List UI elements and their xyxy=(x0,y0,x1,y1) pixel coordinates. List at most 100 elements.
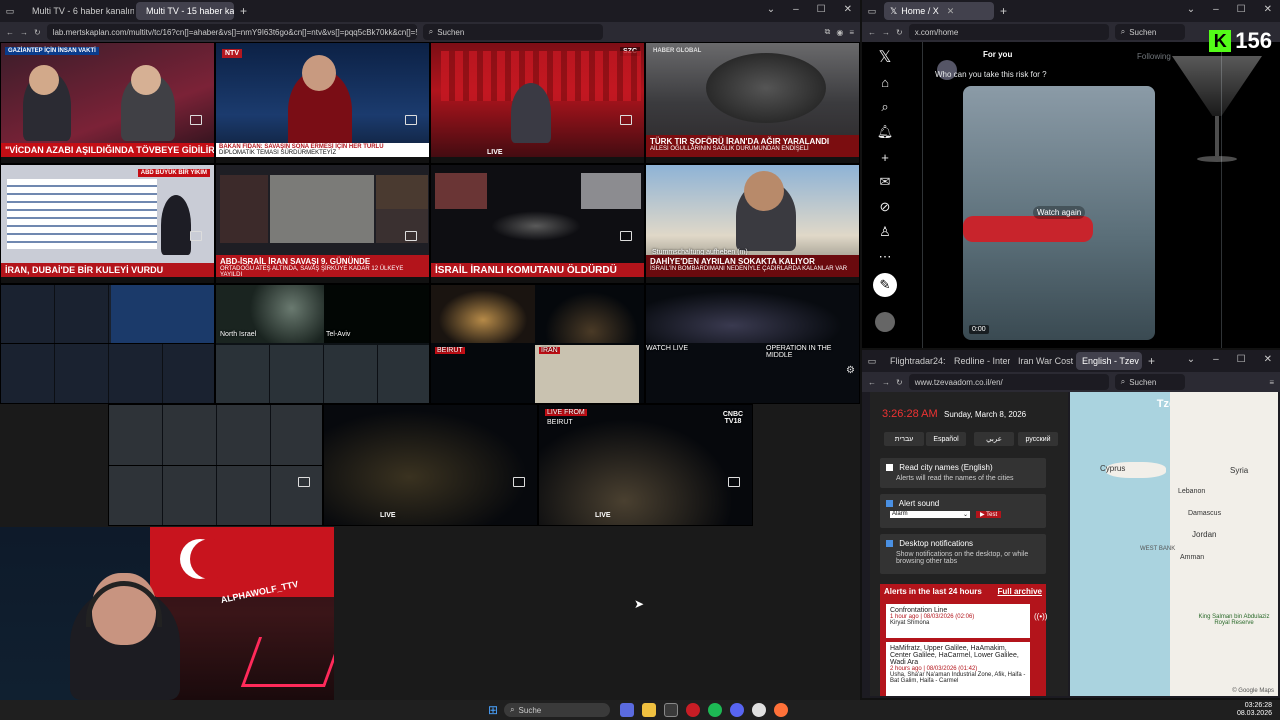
home-icon[interactable]: ⌂ xyxy=(876,73,894,91)
cam-mosaic-2[interactable]: North Israel Tel-Aviv xyxy=(215,284,430,404)
close-window-icon[interactable]: ✕ xyxy=(1264,354,1272,365)
windows-start-icon[interactable]: ⊞ xyxy=(488,703,498,717)
fullscreen-icon[interactable] xyxy=(513,477,525,487)
cam-mosaic-1[interactable] xyxy=(0,284,215,404)
desktop-notif-checkbox[interactable] xyxy=(886,540,893,548)
maximize-icon[interactable]: ☐ xyxy=(1237,4,1246,15)
tv-tile-4[interactable]: HABER GLOBAL TÜRK TIR ŞOFÖRÜ İRAN'DA AĞI… xyxy=(645,42,860,164)
url-field[interactable]: lab.mertskaplan.com/multitv/tc/16?cn[]=a… xyxy=(46,24,417,40)
fullscreen-icon[interactable] xyxy=(298,477,310,487)
close-window-icon[interactable]: ✕ xyxy=(844,4,852,15)
spotify-icon[interactable] xyxy=(708,703,723,717)
menu-icon[interactable]: ≡ xyxy=(849,28,854,37)
fullscreen-icon[interactable] xyxy=(405,231,417,241)
alert-sound-checkbox[interactable] xyxy=(886,500,893,508)
settings-gear-icon[interactable]: ⚙ xyxy=(846,365,855,376)
tab-flightradar[interactable]: Flightradar24: L xyxy=(884,352,946,370)
tab-multitv-15[interactable]: Multi TV - 15 haber kanalı ✕ xyxy=(136,2,234,20)
minimize-icon[interactable]: – xyxy=(1213,4,1219,15)
tv-tile-5[interactable]: ABD BÜYÜK BİR YIKIM İRAN, DUBAİ'DE BİR K… xyxy=(0,164,215,284)
tab-x-home[interactable]: 𝕏 Home / X ✕ xyxy=(884,2,994,20)
menu-icon[interactable]: ≡ xyxy=(1269,378,1274,387)
maximize-icon[interactable]: ☐ xyxy=(1237,354,1246,365)
obs-icon[interactable] xyxy=(752,703,767,717)
fullscreen-icon[interactable] xyxy=(405,115,417,125)
profile-icon[interactable]: ♙ xyxy=(876,223,894,241)
beirut-live-tile[interactable]: LIVE FROM BEIRUT CNBC TV18 LIVE xyxy=(538,404,753,526)
forward-icon[interactable]: → xyxy=(882,28,890,37)
firefox-icon[interactable] xyxy=(774,703,789,717)
test-sound-button[interactable]: ▶ Test xyxy=(976,511,1002,518)
tab-for-you[interactable]: For you xyxy=(983,50,1012,59)
tab-tzevaadom[interactable]: English - Tzev ✕ xyxy=(1076,352,1142,370)
taskbar-clock[interactable]: 03:26:28 08.03.2026 xyxy=(1237,702,1272,718)
search-field[interactable]: ⌕ Suchen xyxy=(1114,374,1185,390)
close-tab-icon[interactable]: ✕ xyxy=(947,6,955,17)
url-field[interactable]: x.com/home xyxy=(908,24,1109,40)
new-tab-icon[interactable]: + xyxy=(1148,354,1155,368)
alert-item[interactable]: HaMifratz, Upper Galilee, HaAmakim, Cent… xyxy=(886,642,1030,696)
cam-mosaic-5[interactable] xyxy=(108,404,323,526)
maximize-icon[interactable]: ☐ xyxy=(817,4,826,15)
tab-multitv-6[interactable]: Multi TV - 6 haber kanalını ayn ✕ xyxy=(22,2,134,20)
discord-icon[interactable] xyxy=(730,703,745,717)
forward-icon[interactable]: → xyxy=(20,28,28,37)
tv-tile-3[interactable]: SZC LIVE xyxy=(430,42,645,164)
alert-item[interactable]: Confrontation Line 1 hour ago | 08/03/20… xyxy=(886,604,1030,638)
fullscreen-icon[interactable] xyxy=(190,231,202,241)
cam-mosaic-3[interactable]: BEIRUT IRAN xyxy=(430,284,645,404)
follow-user-icon[interactable]: + xyxy=(876,148,894,166)
tv-tile-7[interactable]: İSRAİL İRANLI KOMUTANU ÖLDÜRDÜ xyxy=(430,164,645,284)
taskbar-search[interactable]: ⌕ Suche xyxy=(504,703,611,717)
alert-map[interactable]: Tzofar - Red Alert Cyprus Syria Lebanon … xyxy=(1070,392,1278,696)
tv-tile-2[interactable]: NTV BAKAN FİDAN: SAVAŞIN SONA ERMESİ İÇİ… xyxy=(215,42,430,164)
tab-iran-war-cost[interactable]: Iran War Cost Tr xyxy=(1012,352,1074,370)
alarm-select[interactable]: Alarm ⌄ xyxy=(890,511,970,518)
account-icon[interactable]: ◉ xyxy=(836,28,843,37)
forward-icon[interactable]: → xyxy=(882,378,890,387)
full-archive-link[interactable]: Full archive xyxy=(998,587,1042,596)
minimize-icon[interactable]: – xyxy=(1213,354,1219,365)
fullscreen-icon[interactable] xyxy=(190,115,202,125)
back-icon[interactable]: ← xyxy=(868,378,876,387)
extensions-icon[interactable]: ⧉ xyxy=(825,27,831,37)
x-logo-icon[interactable]: 𝕏 xyxy=(876,48,894,66)
tab-overview-icon[interactable]: ▭ xyxy=(0,6,20,17)
post-button-icon[interactable]: ✎ xyxy=(873,273,897,297)
tab-following[interactable]: Following xyxy=(1137,52,1171,61)
more-icon[interactable]: ⋯ xyxy=(876,248,894,266)
task-view-icon[interactable] xyxy=(620,703,635,717)
explore-search-icon[interactable]: ⌕ xyxy=(876,98,894,116)
search-field[interactable]: ⌕ Suchen xyxy=(422,24,603,40)
notifications-bell-icon[interactable]: 🔔︎ xyxy=(876,123,894,141)
fullscreen-icon[interactable] xyxy=(620,115,632,125)
file-explorer-icon[interactable] xyxy=(642,703,657,717)
fullscreen-icon[interactable] xyxy=(620,231,632,241)
opera-icon[interactable] xyxy=(686,703,701,717)
tab-overview-icon[interactable]: ▭ xyxy=(862,6,882,17)
list-tabs-icon[interactable]: ⌄ xyxy=(767,4,775,15)
close-window-icon[interactable]: ✕ xyxy=(1264,4,1272,15)
avatar[interactable] xyxy=(875,312,895,332)
tab-overview-icon[interactable]: ▭ xyxy=(862,356,882,367)
watch-again-button[interactable]: Watch again xyxy=(1033,206,1086,219)
tv-tile-6[interactable]: ABD-İSRAİL İRAN SAVAŞI 9. GÜNÜNDE ORTADO… xyxy=(215,164,430,284)
reload-icon[interactable]: ↻ xyxy=(896,378,903,387)
store-icon[interactable] xyxy=(664,703,679,717)
new-tab-icon[interactable]: + xyxy=(240,4,247,18)
messages-envelope-icon[interactable]: ✉ xyxy=(876,173,894,191)
reload-icon[interactable]: ↻ xyxy=(34,28,41,37)
city-night-tile[interactable]: LIVE xyxy=(323,404,538,526)
lang-arabic-button[interactable]: عربي xyxy=(974,432,1014,446)
cam-mosaic-4[interactable]: WATCH LIVE OPERATION IN THE MIDDLE ⚙ xyxy=(645,284,860,404)
lang-hebrew-button[interactable]: עברית xyxy=(884,432,924,446)
url-field[interactable]: www.tzevaadom.co.il/en/ xyxy=(908,374,1109,390)
tv-tile-8[interactable]: Stummschaltung aufheben (m) DAHİYE'DEN A… xyxy=(645,164,860,284)
reload-icon[interactable]: ↻ xyxy=(896,28,903,37)
new-tab-icon[interactable]: + xyxy=(1000,4,1007,18)
lang-russian-button[interactable]: русский xyxy=(1018,432,1058,446)
tweet-video[interactable]: Watch again 0:00 xyxy=(963,86,1155,340)
lang-spanish-button[interactable]: Español xyxy=(926,432,966,446)
search-field[interactable]: ⌕ Suchen xyxy=(1114,24,1185,40)
minimize-icon[interactable]: – xyxy=(793,4,799,15)
